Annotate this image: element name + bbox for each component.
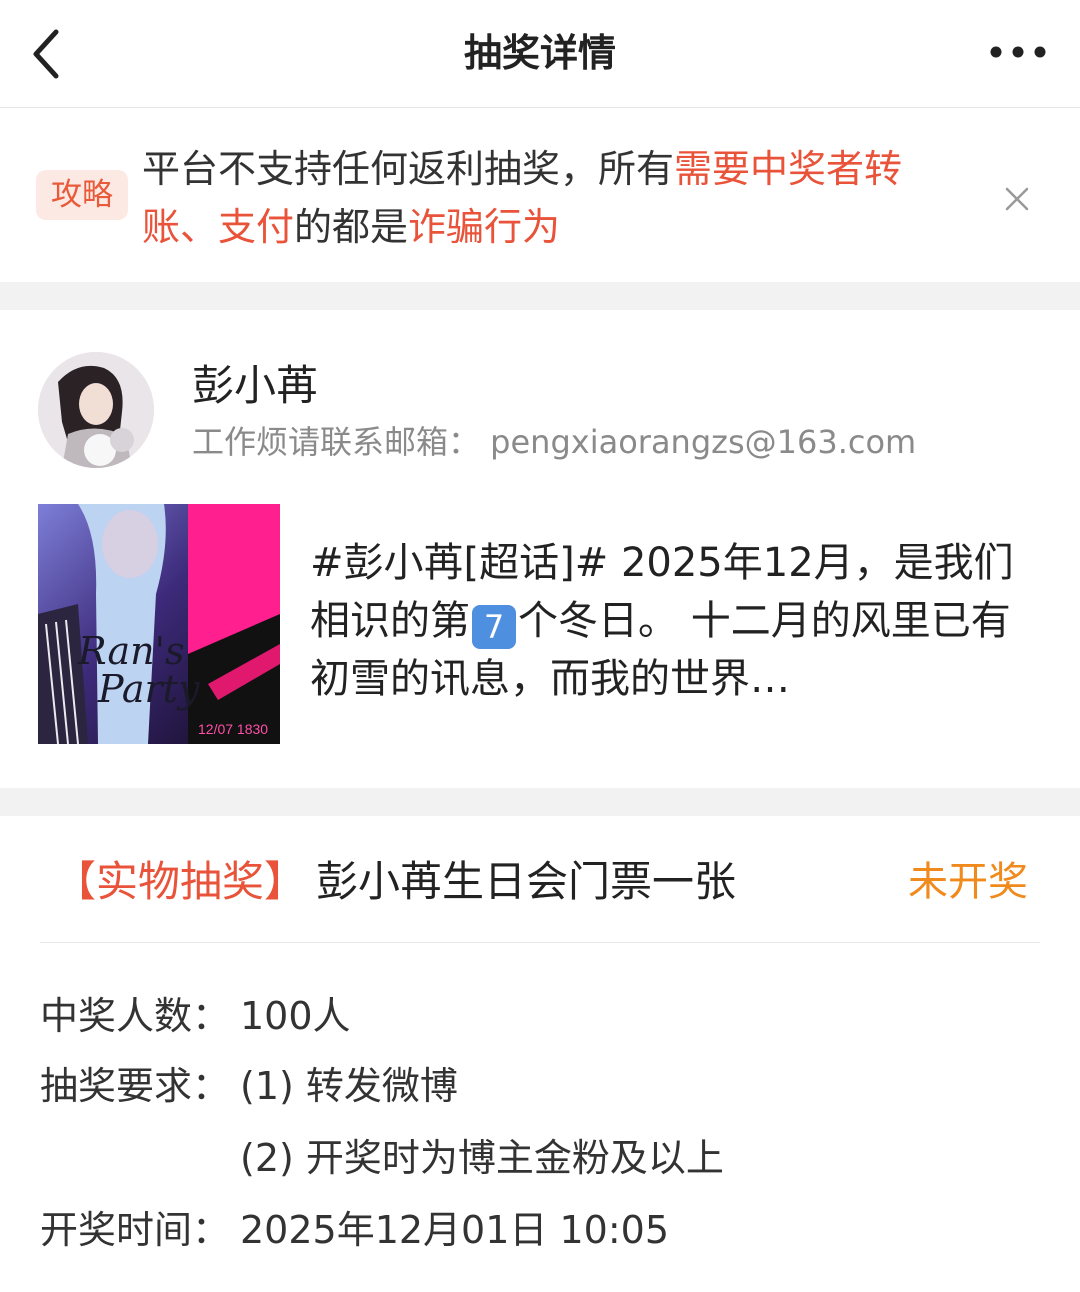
lottery-type-label: 【实物抽奖】 (54, 857, 307, 906)
more-options-icon[interactable] (986, 32, 1052, 72)
cover-title-line2: Party (97, 667, 200, 711)
winners-label: 中奖人数： (40, 994, 231, 1038)
notice-message: 平台不支持任何返利抽奖，所有需要中奖者转账、支付的都是诈骗行为 (142, 140, 972, 256)
divider (40, 942, 1040, 943)
lottery-status-badge: 未开奖 (908, 859, 1028, 905)
post-cover-image[interactable]: Ran's Party 12/07 1830 (38, 504, 280, 744)
lottery-prize-title: 彭小苒生日会门票一张 (316, 857, 737, 906)
keycap-number: 7 (472, 605, 516, 649)
winners-value: 100人 (240, 994, 351, 1038)
section-divider (0, 788, 1080, 816)
requirements-label: 抽奖要求： (40, 1064, 231, 1108)
user-name[interactable]: 彭小苒 (192, 358, 318, 414)
requirement-item: (2) 开奖时为博主金粉及以上 (240, 1136, 724, 1180)
requirement-item: (1) 转发微博 (240, 1064, 458, 1108)
user-description: 工作烦请联系邮箱： pengxiaorangzs@163.com (192, 423, 917, 461)
avatar[interactable] (38, 352, 154, 468)
guide-badge: 攻略 (36, 170, 128, 220)
source-post-card[interactable]: 彭小苒 工作烦请联系邮箱： pengxiaorangzs@163.com Ran… (0, 310, 1080, 788)
lottery-details: 【实物抽奖】 彭小苒生日会门票一张 未开奖 中奖人数： 100人 抽奖要求： (… (0, 816, 1080, 1292)
post-text[interactable]: #彭小苒[超话]# 2025年12月，是我们相识的第 7 个冬日。 十二月的风里已有… (310, 534, 1040, 708)
notice-text-part2: 的都是 (294, 205, 409, 249)
draw-time-value: 2025年12月01日 10:05 (240, 1208, 670, 1252)
notice-text-part1: 平台不支持任何返利抽奖，所有 (142, 147, 675, 191)
page-title: 抽奖详情 (463, 31, 616, 75)
fraud-warning-notice: 攻略 平台不支持任何返利抽奖，所有需要中奖者转账、支付的都是诈骗行为 (0, 108, 1080, 282)
cover-date-text: 12/07 1830 (198, 721, 268, 737)
section-divider (0, 282, 1080, 310)
notice-highlight-fraud: 诈骗行为 (408, 205, 561, 249)
close-icon[interactable] (998, 180, 1036, 218)
navigation-bar: 抽奖详情 (0, 0, 1080, 108)
draw-time-label: 开奖时间： (40, 1208, 231, 1252)
